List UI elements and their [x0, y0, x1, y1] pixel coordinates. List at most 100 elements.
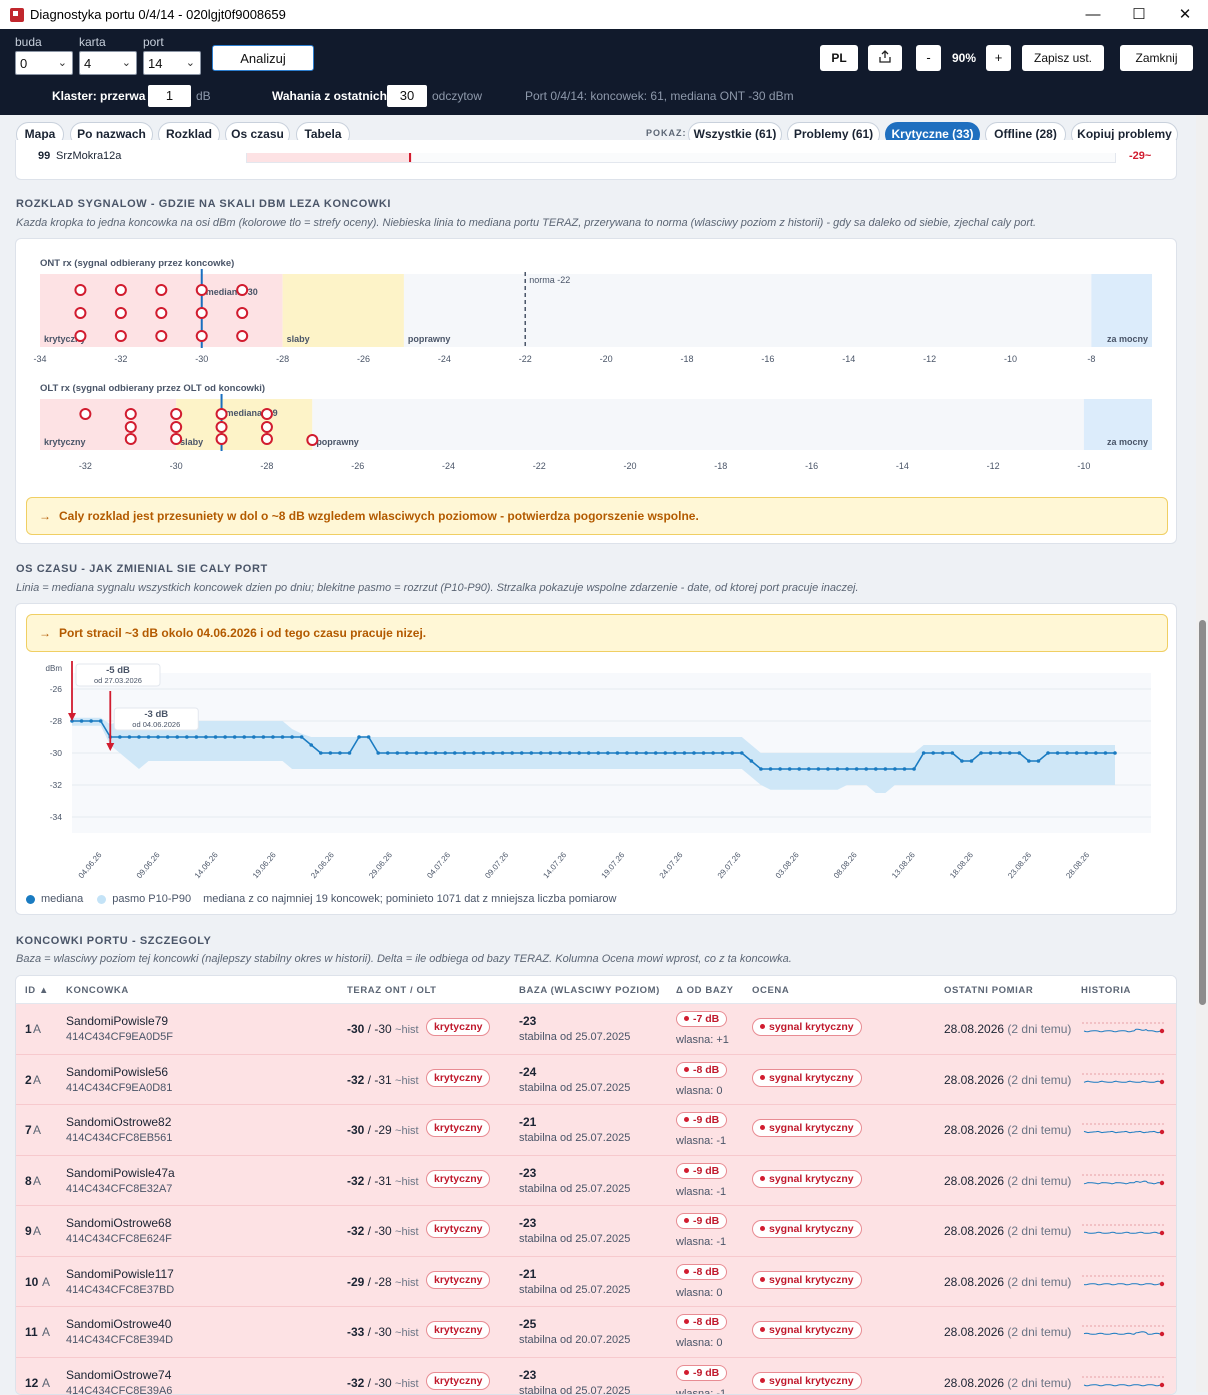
table-row[interactable]: 1ASandomiPowisle79414C434CF9EA0D5F-30 / … [16, 1004, 1176, 1055]
endpoint-dot [156, 331, 166, 341]
zoom-in-button[interactable]: + [986, 45, 1011, 71]
row-sparkline[interactable] [1082, 1019, 1166, 1039]
zone-label: poprawny [316, 437, 359, 447]
row-sparkline[interactable] [1082, 1120, 1166, 1140]
row-sparkline[interactable] [1082, 1322, 1166, 1342]
median-point [558, 751, 562, 755]
row-serial: 414C434CFC8E32A7 [66, 1183, 172, 1195]
col-now[interactable]: TERAZ ONT / OLT [347, 985, 437, 996]
x-tick-label: 08.08.26 [832, 850, 859, 880]
red-dot-icon [760, 1327, 765, 1332]
zone-label: krytyczny [44, 437, 86, 447]
median-point [290, 735, 294, 739]
endpoint-dot [156, 308, 166, 318]
row-own: wlasna: 0 [676, 1287, 722, 1299]
red-dot-icon [760, 1125, 765, 1130]
buda-select[interactable]: 0⌄ [15, 51, 73, 75]
red-dot-icon [684, 1370, 689, 1375]
analyze-button[interactable]: Analizuj [212, 45, 314, 71]
row-ont: -29 [347, 1275, 364, 1289]
median-point [271, 735, 275, 739]
row-name[interactable]: SandomiOstrowe40 [66, 1317, 171, 1331]
x-tick-label: 24.06.26 [309, 850, 336, 880]
scrollbar-thumb[interactable] [1199, 620, 1206, 1005]
tick-label: -24 [442, 461, 455, 471]
median-point [750, 759, 754, 763]
row-name[interactable]: SandomiOstrowe82 [66, 1115, 171, 1129]
row-name[interactable]: SandomiPowisle79 [66, 1014, 168, 1028]
row-name[interactable]: SandomiOstrowe74 [66, 1368, 171, 1382]
median-point [845, 767, 849, 771]
red-dot-icon [684, 1168, 689, 1173]
red-dot-icon [684, 1218, 689, 1223]
tick-label: -16 [761, 354, 774, 364]
red-dot-icon [760, 1176, 765, 1181]
port-select[interactable]: 14⌄ [143, 51, 201, 75]
zone-2 [404, 274, 1091, 347]
col-base[interactable]: BAZA (WLASCIWY POZIOM) [519, 985, 660, 996]
median-point [922, 751, 926, 755]
median-point [941, 751, 945, 755]
endpoint-dot [237, 331, 247, 341]
row-olt: -31 [374, 1174, 391, 1188]
endpoint-dot [75, 331, 85, 341]
median-point [711, 751, 715, 755]
row-name[interactable]: SandomiOstrowe68 [66, 1216, 171, 1230]
zoom-out-button[interactable]: - [916, 45, 941, 71]
median-point [223, 735, 227, 739]
median-point [912, 767, 916, 771]
table-row[interactable]: 10ASandomiPowisle117414C434CFC8E37BD-29 … [16, 1257, 1176, 1308]
status-badge: krytyczny [426, 1321, 490, 1339]
col-id[interactable]: ID ▲ [25, 985, 49, 996]
minimize-icon[interactable]: — [1070, 0, 1116, 29]
close-button[interactable]: Zamknij [1120, 45, 1193, 71]
cluster-label: Klaster: przerwa [52, 89, 145, 103]
table-row[interactable]: 7ASandomiOstrowe82414C434CFC8EB561-30 / … [16, 1105, 1176, 1156]
median-point [1094, 751, 1098, 755]
table-row[interactable]: 11ASandomiOstrowe40414C434CFC8E394D-33 /… [16, 1307, 1176, 1358]
table-row[interactable]: 12ASandomiOstrowe74414C434CFC8E39A6-32 /… [16, 1358, 1176, 1395]
row-ont: -32 [347, 1073, 364, 1087]
close-window-icon[interactable]: ✕ [1162, 0, 1208, 29]
col-history[interactable]: HISTORIA [1081, 985, 1131, 996]
fluctuation-input[interactable]: 30 [387, 85, 427, 107]
distribution-alert-text: Caly rozklad jest przesuniety w dol o ~8… [59, 509, 699, 523]
endpoint-dot [126, 409, 136, 419]
table-row[interactable]: 9ASandomiOstrowe68414C434CFC8E624F-32 / … [16, 1206, 1176, 1257]
tick-label: -20 [624, 461, 637, 471]
language-button[interactable]: PL [820, 45, 858, 71]
karta-select[interactable]: 4⌄ [79, 51, 137, 75]
export-button[interactable] [868, 45, 902, 71]
row-sparkline[interactable] [1082, 1171, 1166, 1191]
row-own: wlasna: +1 [676, 1034, 729, 1046]
col-name[interactable]: KONCOWKA [66, 985, 129, 996]
col-delta[interactable]: Δ OD BAZY [676, 985, 734, 996]
median-point [338, 751, 342, 755]
row-base: -23 [519, 1368, 536, 1382]
row-name[interactable]: SandomiPowisle117 [66, 1267, 174, 1281]
median-point [1027, 759, 1031, 763]
row-name[interactable]: SandomiPowisle47a [66, 1166, 175, 1180]
table-row[interactable]: 2ASandomiPowisle56414C434CF9EA0D81-32 / … [16, 1055, 1176, 1106]
x-tick-label: 29.06.26 [367, 850, 394, 880]
zone-label: za mocny [1107, 334, 1148, 344]
row-sparkline[interactable] [1082, 1070, 1166, 1090]
maximize-icon[interactable]: ☐ [1116, 0, 1162, 29]
row-sparkline[interactable] [1082, 1272, 1166, 1292]
table-row[interactable]: 8ASandomiPowisle47a414C434CFC8E32A7-32 /… [16, 1156, 1176, 1207]
save-settings-button[interactable]: Zapisz ust. [1022, 45, 1104, 71]
row-sparkline[interactable] [1082, 1373, 1166, 1393]
row-sparkline[interactable] [1082, 1221, 1166, 1241]
row-type: A [42, 1376, 50, 1390]
median-point [147, 735, 151, 739]
row-name[interactable]: SandomiPowisle56 [66, 1065, 168, 1079]
scrollbar[interactable] [1196, 115, 1208, 1392]
median-point [884, 767, 888, 771]
cluster-input[interactable]: 1 [148, 85, 191, 107]
col-rating[interactable]: OCENA [752, 985, 789, 996]
y-tick-label: -26 [50, 684, 63, 694]
col-last[interactable]: OSTATNI POMIAR [944, 985, 1033, 996]
row-own: wlasna: -1 [676, 1135, 726, 1147]
tick-label: -8 [1087, 354, 1095, 364]
row-hist-label: ~hist [395, 1176, 419, 1188]
